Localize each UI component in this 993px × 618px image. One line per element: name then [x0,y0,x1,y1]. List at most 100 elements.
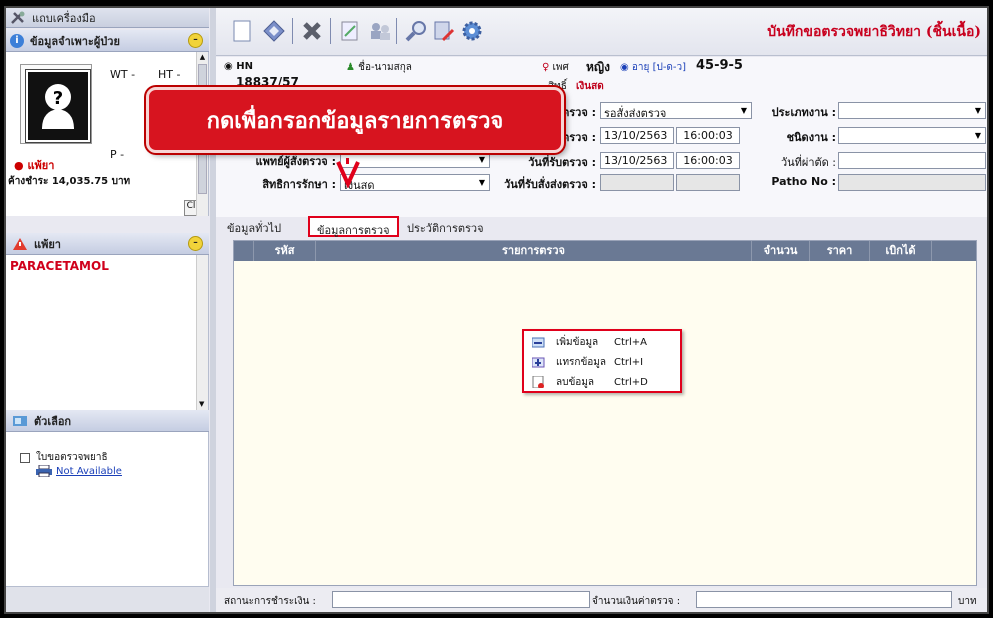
options-icon [13,415,27,426]
allergy-panel-scrollbar[interactable]: ▼ [196,255,208,410]
svg-text:?: ? [53,88,63,109]
insert-row-icon [532,357,545,368]
new-document-button[interactable] [228,18,256,44]
menu-add-row-label: เพิ่มข้อมูล [556,336,599,348]
row-indicator-header [234,241,254,261]
save-button[interactable] [260,18,288,44]
height-label: HT - [158,68,181,81]
col-code[interactable]: รหัส [254,241,316,261]
receive-date-label: วันที่รับตรวจ : [528,156,596,169]
status-value: รอสั่งส่งตรวจ [604,107,667,120]
patho-no-label: Patho No : [771,175,836,188]
save-diamond-icon [263,20,285,42]
receive-date-field[interactable]: 13/10/2563 [600,152,674,169]
person-icon: ♟ [346,62,355,73]
doctor-select[interactable]: ▼ [340,151,490,168]
amount-field[interactable] [696,591,952,608]
add-row-icon [532,337,545,348]
weight-label: WT - [110,68,136,81]
option-row: ใบขอตรวจพยาธิ [20,450,108,465]
options-header[interactable]: ตัวเลือก [6,410,209,432]
toolbar-divider [396,18,397,44]
table-header: รหัส รายการตรวจ จำนวน ราคา เบิกได้ [234,241,976,261]
treatment-right-select[interactable]: เงินสด ▼ [340,174,490,192]
search-icon [405,21,426,42]
tab-general[interactable]: ข้อมูลทั่วไป [220,216,288,237]
options-panel: ใบขอตรวจพยาธิ Not Available [6,432,209,586]
menu-insert-row-label: แทรกข้อมูล [556,356,607,368]
send-date-field[interactable] [600,174,674,191]
col-quantity[interactable]: จำนวน [752,241,810,261]
tab-examination[interactable]: ข้อมูลการตรวจ [308,216,399,237]
toolbar-panel-header[interactable]: แถบเครื่องมือ [6,8,209,28]
collapse-icon[interactable]: – [188,33,203,48]
status-select[interactable]: รอสั่งส่งตรวจ ▼ [600,102,752,120]
name-label-text: ชื่อ-นามสกุล [358,62,412,73]
hn-label-text: HN [236,61,253,72]
menu-add-row[interactable]: เพิ่มข้อมูล Ctrl+A [524,332,680,352]
amount-label: จำนวนเงินค่าตรวจ : [592,596,681,607]
search-button[interactable] [402,18,430,44]
toolbar-divider [292,18,293,44]
patho-no-field[interactable] [838,174,986,191]
patient-info-header[interactable]: i ข้อมูลจำเพาะผู้ป่วย – [6,30,209,52]
dropdown-arrow-icon: ▼ [478,155,486,164]
tools-icon [11,11,25,24]
exam-table: รหัส รายการตรวจ จำนวน ราคา เบิกได้ เพิ่ม… [233,240,977,586]
edit-document-icon [341,21,358,41]
application-window: แถบเครื่องมือ i ข้อมูลจำเพาะผู้ป่วย – ? … [4,6,989,614]
menu-delete-row[interactable]: ลบข้อมูล Ctrl+D [524,372,680,392]
patient-search-button[interactable] [366,18,394,44]
collapse-icon[interactable]: – [188,236,203,251]
window-title: บันทึกขอตรวจพยาธิวิทยา (ชิ้นเนื้อ) [767,24,981,40]
menu-add-row-shortcut: Ctrl+A [614,336,648,348]
option-checkbox[interactable] [20,452,30,463]
send-time-field[interactable] [676,174,740,191]
dropdown-arrow-icon: ▼ [974,131,982,140]
name-label: ♟ ชื่อ-นามสกุล [346,60,412,75]
report-button[interactable] [430,18,458,44]
sidebar-footer [6,586,209,612]
hn-label: ◉ HN [224,61,253,72]
warning-icon [13,237,27,250]
menu-delete-row-shortcut: Ctrl+D [614,376,648,388]
tab-history[interactable]: ประวัติการตรวจ [400,216,491,237]
receive-time-field[interactable]: 16:00:03 [676,152,740,169]
dropdown-arrow-icon: ▼ [974,106,982,115]
people-icon [371,23,390,40]
drug-allergy-item: PARACETAMOL [10,259,109,273]
delete-button[interactable] [298,18,326,44]
settings-button[interactable] [458,18,486,44]
order-date-field[interactable]: 13/10/2563 [600,127,674,144]
currency-label: บาท [958,596,977,607]
work-kind-label: ชนิดงาน : [786,131,836,144]
payment-status-label: สถานะการชำระเงิน : [224,596,316,607]
payment-status-field[interactable] [332,591,590,608]
drug-allergy-title: แพ้ยา [34,237,61,251]
menu-insert-row-shortcut: Ctrl+I [614,356,644,368]
col-claimable[interactable]: เบิกได้ [870,241,932,261]
col-price[interactable]: ราคา [810,241,870,261]
menu-insert-row[interactable]: แทรกข้อมูล Ctrl+I [524,352,680,372]
col-item[interactable]: รายการตรวจ [316,241,752,261]
toolbar-panel-title: แถบเครื่องมือ [32,11,96,25]
work-kind-select[interactable]: ▼ [838,127,986,144]
print-link[interactable]: Not Available [56,466,122,477]
age-value: 45-9-5 [696,58,743,73]
menu-delete-row-label: ลบข้อมูล [556,376,595,388]
info-icon: i [10,33,24,48]
allergy-tag-text: แพ้ยา [27,159,55,172]
sex-label-text: เพศ [552,62,569,73]
drug-allergy-header[interactable]: แพ้ยา – [6,233,209,255]
order-time-field[interactable]: 16:00:03 [676,127,740,144]
option-checkbox-label: ใบขอตรวจพยาธิ [36,452,108,463]
treatment-right-label: สิทธิการรักษา : [262,178,336,191]
surgery-date-field[interactable] [838,152,986,169]
edit-button[interactable] [336,18,364,44]
surgery-date-label: วันที่ผ่าตัด : [780,156,836,169]
print-row: Not Available [36,465,122,477]
report-icon [434,21,455,42]
footer-bar: สถานะการชำระเงิน : จำนวนเงินค่าตรวจ : บา… [216,588,987,612]
sex-label: ♀ เพศ [542,60,569,75]
work-type-select[interactable]: ▼ [838,102,986,119]
